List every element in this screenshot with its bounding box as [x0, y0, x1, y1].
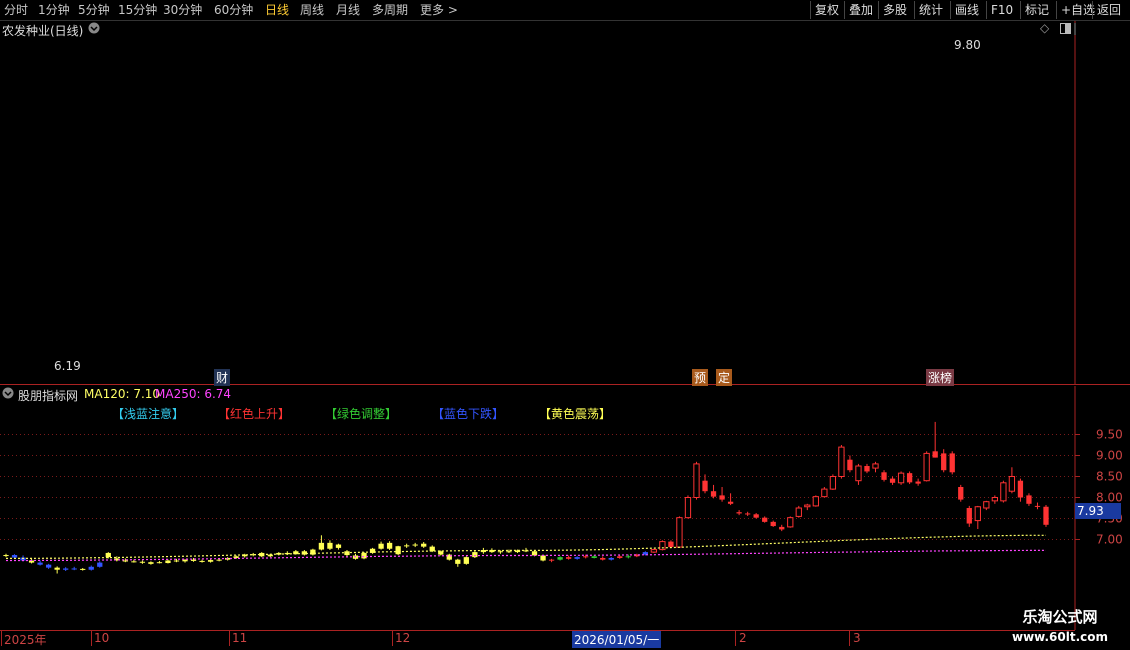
indicator-bar[interactable] [795, 505, 802, 518]
date-axis: 2025年 10 11 12 2026/01/05/一 2 3 [0, 630, 1130, 650]
period-intraday-button[interactable]: 分时 [4, 2, 28, 18]
legend-green: 【绿色调整】 [325, 407, 398, 421]
ma250-value: MA250: 6.74 [155, 387, 232, 401]
current-price-tag: 7.93 [1075, 503, 1121, 519]
period-1min-button[interactable]: 1分钟 [38, 2, 70, 18]
indicator-bar[interactable] [395, 545, 401, 556]
indicator-bar[interactable] [923, 451, 930, 482]
indicator-bar[interactable] [446, 553, 452, 561]
indicator-bar[interactable] [676, 516, 683, 548]
indicator-bar[interactable] [310, 548, 316, 556]
indicator-bar[interactable] [838, 445, 845, 479]
axis-label-feb: 2 [739, 631, 747, 645]
main-chart-panel[interactable]: 9.509.008.508.007.507.006.50 农发种业(日线) ◇ … [0, 21, 1130, 386]
f10-button[interactable]: F10 [986, 1, 1017, 19]
legend-light-blue: 【浅蓝注意】 [112, 407, 185, 421]
axis-label-oct: 10 [94, 631, 110, 645]
indicator-bar[interactable] [684, 495, 692, 519]
limit-up-list-marker[interactable]: 涨榜 [926, 369, 955, 386]
indicator-tick-label: 8.50 [1096, 470, 1123, 484]
indicator-bar[interactable] [787, 516, 794, 528]
statistics-button[interactable]: 统计 [914, 1, 947, 19]
restore-rights-button[interactable]: 复权 [810, 1, 843, 19]
period-15min-button[interactable]: 15分钟 [118, 2, 157, 18]
indicator-bar[interactable] [812, 495, 819, 507]
period-more-button[interactable]: 更多 > [420, 2, 458, 18]
indicator-bar[interactable] [361, 552, 367, 560]
indicator-bar[interactable] [650, 548, 658, 553]
indicator-bar[interactable] [958, 484, 964, 502]
period-weekly-button[interactable]: 周线 [300, 2, 324, 18]
multi-stock-button[interactable]: 多股 [878, 1, 911, 19]
period-multi-button[interactable]: 多周期 [372, 2, 408, 18]
indicator-bar[interactable] [949, 451, 955, 475]
financial-report-marker[interactable]: 财 [214, 369, 231, 386]
high-price-label: 9.80 [954, 38, 981, 52]
indicator-bar[interactable] [1043, 505, 1049, 527]
indicator-tick-label: 7.00 [1096, 533, 1123, 547]
watermark-url: www.60lt.com [1011, 630, 1109, 644]
site-watermark: 乐淘公式网 www.60lt.com [990, 606, 1130, 650]
period-more-label: 更多 [420, 3, 445, 17]
indicator-bar[interactable] [829, 474, 837, 490]
low-price-label: 6.19 [54, 359, 81, 373]
stock-title: 农发种业(日线) [2, 24, 84, 38]
mark-button[interactable]: 标记 [1020, 1, 1053, 19]
indicator-bar[interactable] [472, 551, 478, 558]
indicator-bar[interactable] [659, 540, 666, 551]
indicator-bar[interactable] [463, 556, 469, 565]
period-daily-button[interactable]: 日线 [265, 2, 289, 18]
indicator-bar[interactable] [906, 471, 913, 485]
candlestick-chart[interactable]: 9.509.008.508.007.507.006.50 [0, 21, 1130, 385]
indicator-tick-label: 9.00 [1096, 449, 1123, 463]
indicator-chart[interactable]: 9.509.008.508.007.507.00 [0, 386, 1130, 630]
indicator-bar[interactable] [1000, 480, 1007, 503]
period-30min-button[interactable]: 30分钟 [163, 2, 202, 18]
chevron-down-icon[interactable] [88, 22, 100, 37]
period-60min-button[interactable]: 60分钟 [214, 2, 253, 18]
overlay-button[interactable]: 叠加 [844, 1, 877, 19]
back-button[interactable]: 返回 [1092, 1, 1125, 19]
legend-red: 【红色上升】 [218, 407, 291, 421]
period-5min-button[interactable]: 5分钟 [78, 2, 110, 18]
legend-blue: 【蓝色下跌】 [432, 407, 505, 421]
indicator-menu-icon[interactable] [2, 387, 14, 402]
ma120-value: MA120: 7.10 [84, 387, 161, 401]
window-toggle-icon[interactable] [1060, 23, 1071, 37]
axis-label-nov: 11 [232, 631, 248, 645]
indicator-bar[interactable] [693, 461, 700, 500]
period-monthly-button[interactable]: 月线 [336, 2, 360, 18]
chevron-right-icon: > [447, 3, 458, 17]
diamond-icon[interactable]: ◇ [1040, 21, 1049, 35]
crosshair-date-label: 2026/01/05/一 [572, 631, 662, 648]
placement-marker[interactable]: 定 [716, 369, 733, 386]
legend-yellow: 【黄色震荡】 [539, 407, 612, 421]
axis-label-2025: 2025年 [4, 633, 47, 647]
draw-line-button[interactable]: 画线 [950, 1, 983, 19]
indicator-bar[interactable] [897, 471, 905, 485]
watermark-name: 乐淘公式网 [1022, 608, 1098, 626]
forecast-marker[interactable]: 预 [692, 369, 709, 386]
axis-label-mar: 3 [853, 631, 861, 645]
indicator-bar[interactable] [369, 547, 376, 554]
indicator-tick-label: 9.50 [1096, 428, 1123, 442]
indicator-panel[interactable]: 9.509.008.508.007.507.00 股朋指标网 MA120: 7.… [0, 386, 1130, 630]
period-toolbar: 分时 1分钟 5分钟 15分钟 30分钟 60分钟 日线 周线 月线 多周期 更… [0, 0, 1130, 21]
axis-label-dec: 12 [395, 631, 411, 645]
indicator-name: 股朋指标网 [18, 389, 79, 403]
